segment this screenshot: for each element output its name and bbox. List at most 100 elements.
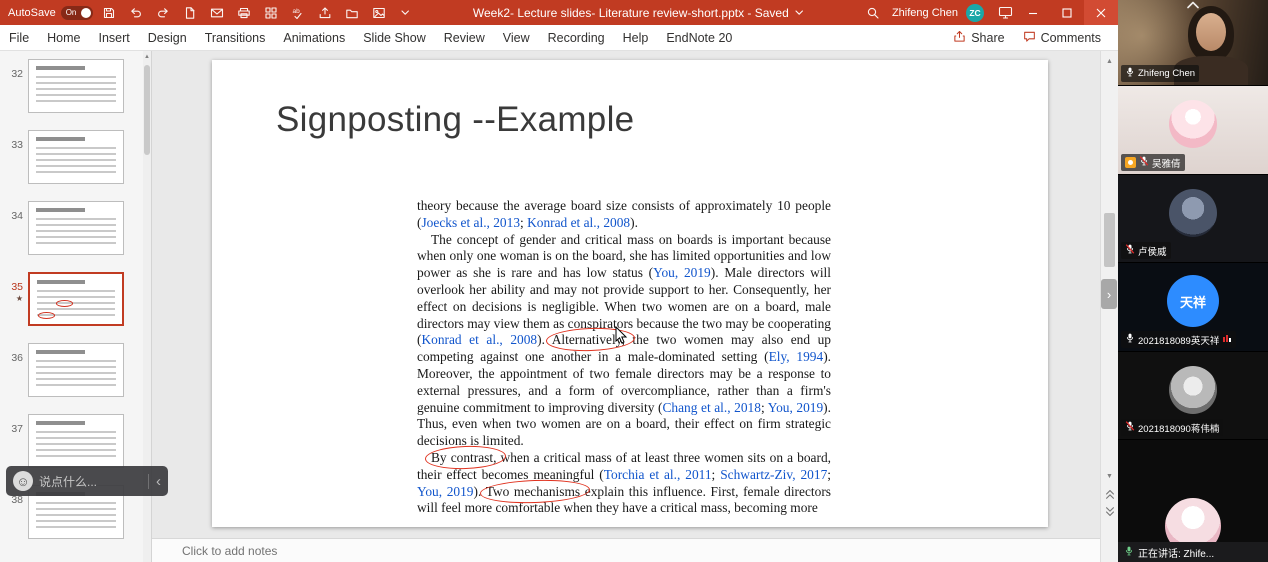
- save-icon[interactable]: [98, 0, 120, 25]
- body-paragraph: theory because the average board size co…: [417, 198, 831, 232]
- participant-avatar: [1169, 366, 1217, 414]
- muted-mic-icon: [1125, 332, 1135, 347]
- minimize-button[interactable]: [1016, 0, 1050, 25]
- collapse-chat-icon[interactable]: ‹: [148, 473, 161, 489]
- menu-animations[interactable]: Animations: [274, 25, 354, 50]
- scrollbar-thumb[interactable]: [1104, 213, 1115, 267]
- body-paragraph: By contrast, when a critical mass of at …: [417, 450, 831, 517]
- close-button[interactable]: [1084, 0, 1118, 25]
- expand-panel-button[interactable]: ›: [1101, 279, 1117, 309]
- account-name[interactable]: Zhifeng Chen: [892, 7, 958, 19]
- slide-thumbnail-32[interactable]: [28, 59, 124, 113]
- scrollbar-thumb[interactable]: [144, 65, 150, 155]
- slide-thumbnail-36[interactable]: [28, 343, 124, 397]
- account-avatar[interactable]: ZC: [966, 3, 984, 22]
- participant-name: 2021818090蒋伟楠: [1138, 423, 1220, 435]
- new-file-icon[interactable]: [179, 0, 201, 25]
- citation-link[interactable]: Chang et al., 2018: [662, 400, 760, 415]
- participant-tile[interactable]: 天祥 2021818089英天祥: [1118, 263, 1268, 351]
- slide-thumbnail-35[interactable]: [28, 272, 124, 326]
- citation-link[interactable]: Konrad et al., 2008: [421, 332, 537, 347]
- citation-link[interactable]: You, 2019: [417, 484, 473, 499]
- comments-button[interactable]: Comments: [1014, 28, 1110, 48]
- meeting-video-panel: Zhifeng Chen 吴雅倩 卢侯威 天祥 2021818089英天祥 20…: [1118, 0, 1268, 562]
- participant-avatar: 天祥: [1167, 275, 1219, 327]
- autosave-label: AutoSave: [8, 6, 56, 19]
- menu-recording[interactable]: Recording: [539, 25, 614, 50]
- presenter-display-icon[interactable]: [994, 0, 1016, 25]
- autosave-state: On: [65, 8, 77, 17]
- participant-name-label: 卢侯威: [1121, 242, 1171, 259]
- undo-icon[interactable]: [125, 0, 147, 25]
- menu-file[interactable]: File: [0, 25, 38, 50]
- citation-link[interactable]: Schwartz-Ziv, 2017: [720, 467, 827, 482]
- slide-thumbnail-34[interactable]: [28, 201, 124, 255]
- mouse-cursor: [615, 325, 628, 345]
- menu-slide-show[interactable]: Slide Show: [354, 25, 435, 50]
- slide-thumbnail-37[interactable]: [28, 414, 124, 468]
- quick-access-toolbar: AutoSave On ab: [0, 0, 417, 25]
- next-slide-button[interactable]: [1101, 504, 1118, 520]
- text-segment: ;: [711, 466, 721, 482]
- scroll-up-icon[interactable]: ▲: [1101, 53, 1118, 69]
- menu-endnote[interactable]: EndNote 20: [657, 25, 741, 50]
- slide-title[interactable]: Signposting --Example: [276, 100, 634, 140]
- citation-link[interactable]: Torchia et al., 2011: [604, 467, 712, 482]
- notes-pane[interactable]: Click to add notes: [152, 538, 1100, 562]
- participant-name-label: 吴雅倩: [1121, 154, 1185, 171]
- menu-review[interactable]: Review: [435, 25, 494, 50]
- emoji-icon[interactable]: ☺: [13, 471, 33, 491]
- menu-help[interactable]: Help: [614, 25, 658, 50]
- participant-tile[interactable]: Zhifeng Chen: [1118, 0, 1268, 85]
- menu-home[interactable]: Home: [38, 25, 89, 50]
- maximize-button[interactable]: [1050, 0, 1084, 25]
- participant-tile[interactable]: 2021818090蒋伟楠: [1118, 352, 1268, 439]
- document-title[interactable]: Week2- Lecture slides- Literature review…: [417, 0, 862, 25]
- menu-insert[interactable]: Insert: [90, 25, 139, 50]
- citation-link[interactable]: You, 2019: [653, 265, 711, 280]
- text-segment: ).: [473, 483, 486, 499]
- citation-link[interactable]: Konrad et al., 2008: [527, 215, 630, 230]
- quick-print-icon[interactable]: [233, 0, 255, 25]
- speaking-mic-icon: [1124, 545, 1134, 560]
- annotated-phrase: Alternatively,: [551, 332, 625, 348]
- mic-icon: [1125, 66, 1135, 81]
- scroll-up-icon[interactable]: ▲: [143, 52, 151, 62]
- citation-link[interactable]: Joecks et al., 2013: [421, 215, 520, 230]
- picture-icon[interactable]: [368, 0, 390, 25]
- titlebar-right-controls: Zhifeng Chen ZC: [862, 0, 1118, 25]
- previous-slide-button[interactable]: [1101, 486, 1118, 502]
- menu-transitions[interactable]: Transitions: [196, 25, 275, 50]
- participant-name: 吴雅倩: [1152, 158, 1181, 170]
- scroll-down-icon[interactable]: ▼: [1101, 468, 1118, 484]
- qat-more-icon[interactable]: [395, 0, 417, 25]
- share-button[interactable]: Share: [944, 28, 1013, 48]
- menu-view[interactable]: View: [494, 25, 539, 50]
- chat-input-placeholder[interactable]: 说点什么...: [39, 473, 142, 490]
- panel-scroll-up-icon[interactable]: [1118, 1, 1268, 9]
- email-icon[interactable]: [206, 0, 228, 25]
- citation-link[interactable]: Ely, 1994: [769, 349, 824, 364]
- active-speaker-label: 正在讲话: Zhife...: [1138, 548, 1215, 560]
- citation-link[interactable]: You, 2019: [768, 400, 823, 415]
- participant-name-label: 2021818090蒋伟楠: [1121, 419, 1224, 436]
- participant-tile[interactable]: 卢侯威: [1118, 175, 1268, 262]
- thumbnail-row: 33: [0, 122, 151, 193]
- spelling-icon[interactable]: ab: [287, 0, 309, 25]
- grid-icon[interactable]: [260, 0, 282, 25]
- title-bar: AutoSave On ab Week2- Lecture slides- Li…: [0, 0, 1118, 25]
- slide-body-textbox[interactable]: theory because the average board size co…: [417, 198, 831, 517]
- chat-input-overlay[interactable]: ☺ 说点什么... ‹: [6, 466, 168, 496]
- menu-design[interactable]: Design: [139, 25, 196, 50]
- autosave-toggle[interactable]: On: [60, 5, 93, 20]
- slide-thumbnail-33[interactable]: [28, 130, 124, 184]
- comments-label: Comments: [1040, 30, 1101, 45]
- upload-icon[interactable]: [314, 0, 336, 25]
- annotated-phrase: By contrast,: [431, 449, 497, 465]
- participant-avatar: [1169, 100, 1217, 148]
- slide-35[interactable]: Signposting --Example theory because the…: [212, 60, 1048, 527]
- search-icon[interactable]: [862, 0, 884, 25]
- participant-tile[interactable]: 吴雅倩: [1118, 86, 1268, 174]
- redo-icon[interactable]: [152, 0, 174, 25]
- folder-icon[interactable]: [341, 0, 363, 25]
